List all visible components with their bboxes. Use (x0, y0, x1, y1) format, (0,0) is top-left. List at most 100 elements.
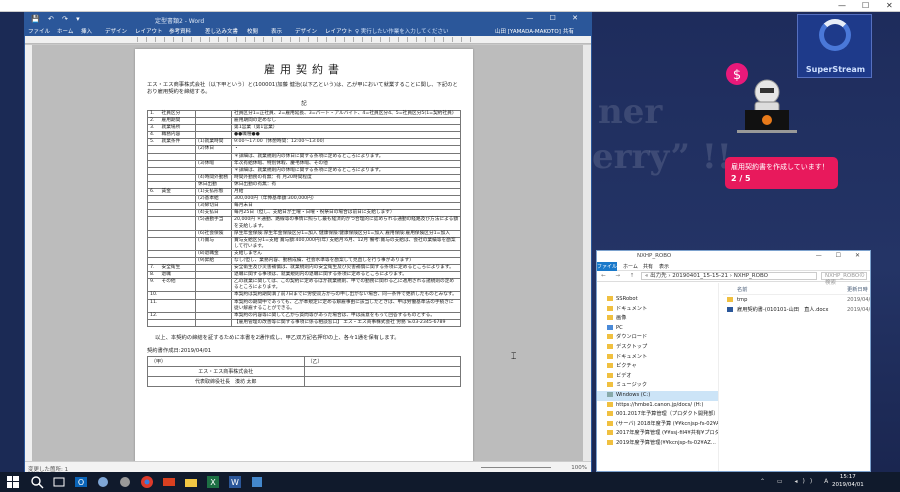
nav-item[interactable]: ミュージック (597, 381, 718, 391)
nav-item-label: ドキュメント (616, 353, 648, 360)
row-value: 300,000円（年俸基準額:300,000円） (231, 195, 461, 204)
nav-item[interactable]: ドキュメント (597, 353, 718, 363)
folder-icon (727, 297, 733, 302)
row-sub (195, 131, 232, 140)
explorer-tab-share[interactable]: 共有 (643, 263, 653, 270)
explorer-address-bar[interactable]: « 出力先 › 20190401_15-15-21 › NXHP_ROBO (641, 272, 817, 280)
sig-left-rep: 代表取締役社長 湊坊 太郎 (147, 375, 305, 387)
svg-text:X: X (210, 478, 216, 487)
nav-item[interactable]: 2017年度予算管理 (¥¥ssj-fil4¥共有¥プロダクト… (597, 429, 718, 439)
word-window-controls[interactable]: — ☐ ✕ (526, 14, 585, 22)
nav-item[interactable]: ピクチャ (597, 362, 718, 372)
search-icon[interactable] (30, 475, 44, 489)
contract-row: ＊詳細は、就業規則内の休日に関する条項に定めるところによります。 (147, 152, 461, 161)
share-button[interactable]: 共有 (563, 27, 574, 35)
zoom-level[interactable]: 100% (571, 465, 587, 471)
tab-insert[interactable]: 挿入 (81, 27, 92, 35)
nav-item[interactable]: 2019年度予算管理(¥¥kcnjsp-fs-02¥AZ… (597, 439, 718, 449)
nav-item[interactable]: ドキュメント (597, 305, 718, 315)
document-page[interactable]: 雇用契約書 エス・エス商事株式会社（以下甲という）と(100001)加藤 健治(… (135, 49, 473, 463)
task-view-icon[interactable] (52, 475, 66, 489)
row-number (147, 236, 160, 251)
app-icon-4[interactable] (250, 475, 264, 489)
row-value: 9:00～17:00（休憩時間：12:00～13:00） (231, 138, 461, 147)
row-number: 2. (147, 117, 160, 126)
nav-item[interactable]: デスクトップ (597, 343, 718, 353)
contract-row: (2)基本給 300,000円（年俸基準額:300,000円） (147, 195, 461, 204)
tab-layout[interactable]: レイアウト (135, 27, 163, 35)
vertical-scrollbar[interactable] (583, 45, 591, 463)
windows-start-icon[interactable] (6, 475, 20, 489)
row-sub: (1)支払形態 (195, 188, 232, 197)
nav-item-label: ピクチャ (616, 363, 637, 370)
explorer-tab-home[interactable]: ホーム (623, 263, 638, 270)
explorer-tab-file[interactable]: ファイル (597, 262, 617, 271)
explorer-ribbon: ファイル ホーム 共有 表示 (597, 262, 870, 271)
tab-design[interactable]: デザイン (105, 27, 127, 35)
horizontal-ruler (25, 36, 591, 44)
tab-table-design[interactable]: デザイン (295, 27, 317, 35)
row-value: 時間外勤務の有無：有 月20時間程度 (231, 173, 461, 182)
nav-item[interactable]: SSRobot (597, 295, 718, 305)
vertical-ruler (25, 45, 33, 463)
column-date[interactable]: 更新日時 (847, 286, 868, 293)
folder-icon (607, 420, 613, 426)
tab-table-layout[interactable]: レイアウト (325, 27, 353, 35)
tell-me-search[interactable]: ♀ 実行したい作業を入力してください (355, 27, 448, 35)
maximize-icon[interactable]: ☐ (862, 1, 869, 10)
row-number: 12. (147, 311, 160, 320)
tab-references[interactable]: 参考資料 (169, 27, 191, 35)
explorer-nav-arrows[interactable]: ← → ↑ (601, 273, 638, 279)
nav-item[interactable]: https://hmbe1.canon.jp/docs/ (H:) (597, 401, 718, 411)
file-row[interactable]: tmp 2019/04/0 (723, 295, 870, 305)
system-tray[interactable]: ⌃ ▭ ◂)) A (760, 478, 833, 485)
app-icon-3[interactable] (162, 475, 176, 489)
row-key (159, 209, 196, 218)
tab-file[interactable]: ファイル (28, 27, 50, 35)
folder-icon (607, 324, 613, 330)
outlook-icon[interactable]: O (74, 475, 88, 489)
chrome-icon[interactable] (140, 475, 154, 489)
nav-item[interactable]: ダウンロード (597, 333, 718, 343)
document-workarea: 雇用契約書 エス・エス商事株式会社（以下甲という）と(100001)加藤 健治(… (25, 45, 591, 463)
row-key: 退職 (159, 271, 196, 280)
file-row[interactable]: 雇用契約書-(010101-山田 直人.docx 2019/04/0 (723, 305, 870, 315)
svg-text:W: W (231, 478, 239, 487)
close-icon[interactable]: ✕ (886, 1, 893, 10)
row-key (159, 180, 196, 190)
row-sub (195, 264, 232, 273)
tab-home[interactable]: ホーム (57, 27, 73, 35)
nav-item[interactable]: 画像 (597, 314, 718, 324)
zoom-slider[interactable] (481, 467, 551, 468)
explorer-title: NXHP_ROBO (637, 253, 672, 259)
tab-mailings[interactable]: 差し込み文書 (205, 27, 238, 35)
row-value: 月給 (231, 188, 461, 197)
row-key (159, 249, 196, 258)
nav-item[interactable]: (サーバ) 2018年度予算 (¥¥kcnjsp-fs-02¥AZ… (597, 420, 718, 430)
explorer-window-controls[interactable]: — ☐ ✕ (816, 252, 866, 259)
app-icon-2[interactable] (118, 475, 132, 489)
quick-access-toolbar[interactable]: 💾 ↶ ↷ ▾ (31, 15, 83, 23)
app-icon[interactable] (96, 475, 110, 489)
contract-row: 5. 就業条件 (1)就業時間 9:00～17:00（休憩時間：12:00～13:00… (147, 138, 461, 147)
nav-item-label: Windows (C:) (616, 391, 651, 398)
taskbar-clock[interactable]: 15:17 2019/04/01 (832, 474, 864, 489)
tab-view[interactable]: 表示 (271, 27, 282, 35)
word-icon[interactable]: W (228, 475, 242, 489)
explorer-search-input[interactable]: NXHP_ROBOの検索 (821, 272, 867, 286)
contract-row: 7. 安全衛生 安全衛生及び災害補償は、就業規則内の安全衛生及び災害補償に関する条項… (147, 264, 461, 273)
row-key (159, 159, 196, 168)
folder-icon (607, 430, 613, 436)
file-explorer-icon[interactable] (184, 475, 198, 489)
nav-item[interactable]: PC (597, 324, 718, 334)
nav-item[interactable]: 001.2017年予算管理（プロダクト開発部） (597, 410, 718, 420)
row-key (159, 229, 196, 238)
explorer-tab-view[interactable]: 表示 (659, 263, 669, 270)
excel-icon[interactable]: X (206, 475, 220, 489)
minimize-icon[interactable]: — (838, 1, 846, 10)
nav-item[interactable]: Windows (C:) (597, 390, 718, 401)
tab-review[interactable]: 校閲 (247, 27, 258, 35)
contract-row: (7)賞与 賞与支給区分1=支給 賞与額:400,000円(年) 支給月:6月、1… (147, 236, 461, 251)
nav-item[interactable]: ビデオ (597, 372, 718, 382)
column-name[interactable]: 名前 (737, 286, 747, 293)
